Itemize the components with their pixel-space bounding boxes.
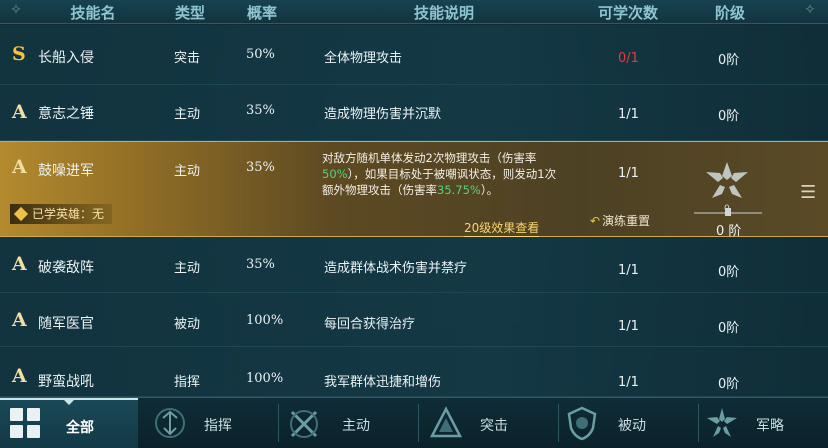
learn-count: 1/1 [618, 263, 639, 278]
skill-description: 造成群体战术伤害并禁疗 [324, 261, 468, 276]
grade-badge: A [12, 365, 27, 387]
learn-count: 1/1 [618, 166, 639, 181]
skill-row[interactable]: A 随军医官 被动 100% 每回合获得治疗 1/1 0阶 [0, 293, 828, 347]
view-level-effect-link[interactable]: 20级效果查看 [464, 219, 540, 237]
header-level: 阶级 [714, 4, 745, 22]
skill-type: 主动 [174, 164, 201, 179]
header-skill-name: 技能名 [70, 4, 116, 22]
grade-badge: A [12, 253, 27, 275]
skill-row[interactable]: S 长船入侵 突击 50% 全体物理攻击 0/1 0阶 [0, 25, 828, 85]
skill-description: 全体物理攻击 [324, 51, 403, 66]
skill-row[interactable]: A 野蛮战吼 指挥 100% 我军群体迅捷和增伤 1/1 0阶 [0, 347, 828, 397]
header-learn-count: 可学次数 [597, 4, 658, 22]
command-icon [155, 408, 185, 438]
tab-label: 全部 [66, 420, 94, 436]
active-pointer-icon [62, 398, 76, 405]
desc-highlight: 35.75% [437, 183, 481, 197]
tab-label: 被动 [618, 418, 646, 434]
skill-rate: 35% [246, 257, 275, 272]
skill-rate: 35% [246, 160, 275, 175]
skill-type: 指挥 [174, 375, 201, 390]
skill-description: 造成物理伤害并沉默 [324, 107, 442, 122]
skill-type: 主动 [174, 107, 201, 122]
tab-active[interactable]: 主动 [280, 398, 418, 448]
skill-name: 野蛮战吼 [38, 374, 94, 390]
skill-rate: 35% [246, 103, 275, 118]
corner-ornament-icon: ✧ [10, 2, 22, 18]
desc-text: ）。 [480, 183, 499, 197]
tab-label: 突击 [480, 418, 508, 434]
skill-name: 随军医官 [38, 316, 94, 332]
skill-description: 我军群体迅捷和增伤 [324, 375, 442, 390]
grade-badge: A [12, 309, 27, 331]
skill-level: 0阶 [718, 109, 740, 124]
active-swords-icon [290, 410, 318, 438]
skill-row[interactable]: A 破袭敌阵 主动 35% 造成群体战术伤害并禁疗 1/1 0阶 [0, 237, 828, 293]
skill-type: 突击 [174, 51, 201, 66]
star-rank-icon [706, 162, 748, 198]
tab-divider [558, 404, 559, 442]
grade-badge: S [12, 43, 26, 65]
header-description: 技能说明 [413, 4, 474, 22]
tab-all[interactable]: 全部 [0, 398, 138, 448]
skill-type: 主动 [174, 261, 201, 276]
skill-type: 被动 [174, 317, 201, 332]
drill-reset-button[interactable]: ↶ 演练重置 [590, 212, 650, 229]
skill-description-detail: 对敌方随机单体发动2次物理攻击（伤害率50%），如果目标处于被嘲讽状态，则发动1… [322, 150, 562, 198]
skill-level: 0阶 [718, 53, 740, 68]
skill-name: 长船入侵 [38, 50, 94, 66]
learn-count: 1/1 [618, 375, 639, 390]
strategy-star-icon [707, 408, 737, 437]
tab-command[interactable]: 指挥 [140, 398, 278, 448]
skill-name: 破袭敌阵 [38, 260, 94, 276]
tab-divider [278, 404, 279, 442]
tab-strategy[interactable]: 军略 [700, 398, 828, 448]
learn-count: 1/1 [618, 107, 639, 122]
header-type: 类型 [174, 4, 205, 22]
grade-badge: A [12, 101, 27, 123]
desc-text: 对敌方随机单体发动2次物理攻击（伤害率 [322, 151, 537, 165]
reset-label: 演练重置 [602, 214, 651, 228]
corner-ornament-icon: ✧ [804, 2, 816, 18]
skill-row[interactable]: A 意志之锤 主动 35% 造成物理伤害并沉默 1/1 0阶 [0, 85, 828, 141]
skill-rate: 100% [246, 371, 284, 386]
learn-count: 1/1 [618, 319, 639, 334]
skill-rate: 50% [246, 47, 275, 62]
tab-label: 主动 [342, 418, 370, 434]
grade-badge: A [12, 156, 27, 178]
desc-highlight: 50% [322, 167, 348, 181]
assault-icon [429, 406, 463, 438]
learned-heroes-label: 已学英雄：无 [32, 207, 105, 221]
skill-row-selected[interactable]: A 鼓噪进军 主动 35% 已学英雄：无 对敌方随机单体发动2次物理攻击（伤害率… [0, 141, 828, 239]
diamond-icon [13, 206, 29, 222]
tab-divider [418, 404, 419, 442]
learn-count: 0/1 [618, 51, 639, 66]
tab-label: 军略 [756, 418, 784, 434]
passive-shield-icon [567, 406, 597, 441]
tab-label: 指挥 [204, 418, 232, 434]
tab-assault[interactable]: 突击 [420, 398, 558, 448]
skill-level: 0阶 [718, 321, 740, 336]
tab-passive[interactable]: 被动 [560, 398, 698, 448]
skill-list-screen: ✧ 技能名 类型 概率 技能说明 可学次数 阶级 ✧ S 长船入侵 突击 50%… [0, 0, 828, 448]
tab-divider [698, 404, 699, 442]
grid-icon [10, 408, 42, 440]
list-menu-icon[interactable]: ☰ [800, 182, 828, 203]
header-rate: 概率 [246, 4, 277, 22]
learned-heroes-tag: 已学英雄：无 [10, 204, 113, 224]
table-header: ✧ 技能名 类型 概率 技能说明 可学次数 阶级 ✧ [0, 0, 828, 24]
reset-arrow-icon: ↶ [590, 214, 601, 228]
skill-level: 0阶 [718, 377, 740, 392]
category-tab-bar: 全部 指挥 主动 突击 被动 军略 [0, 397, 828, 448]
skill-level: 0阶 [718, 265, 740, 280]
skill-name: 鼓噪进军 [38, 163, 94, 179]
skill-name: 意志之锤 [38, 106, 94, 122]
star-value: 0 [724, 204, 730, 214]
skill-description: 每回合获得治疗 [324, 317, 416, 332]
skill-rate: 100% [246, 313, 284, 328]
